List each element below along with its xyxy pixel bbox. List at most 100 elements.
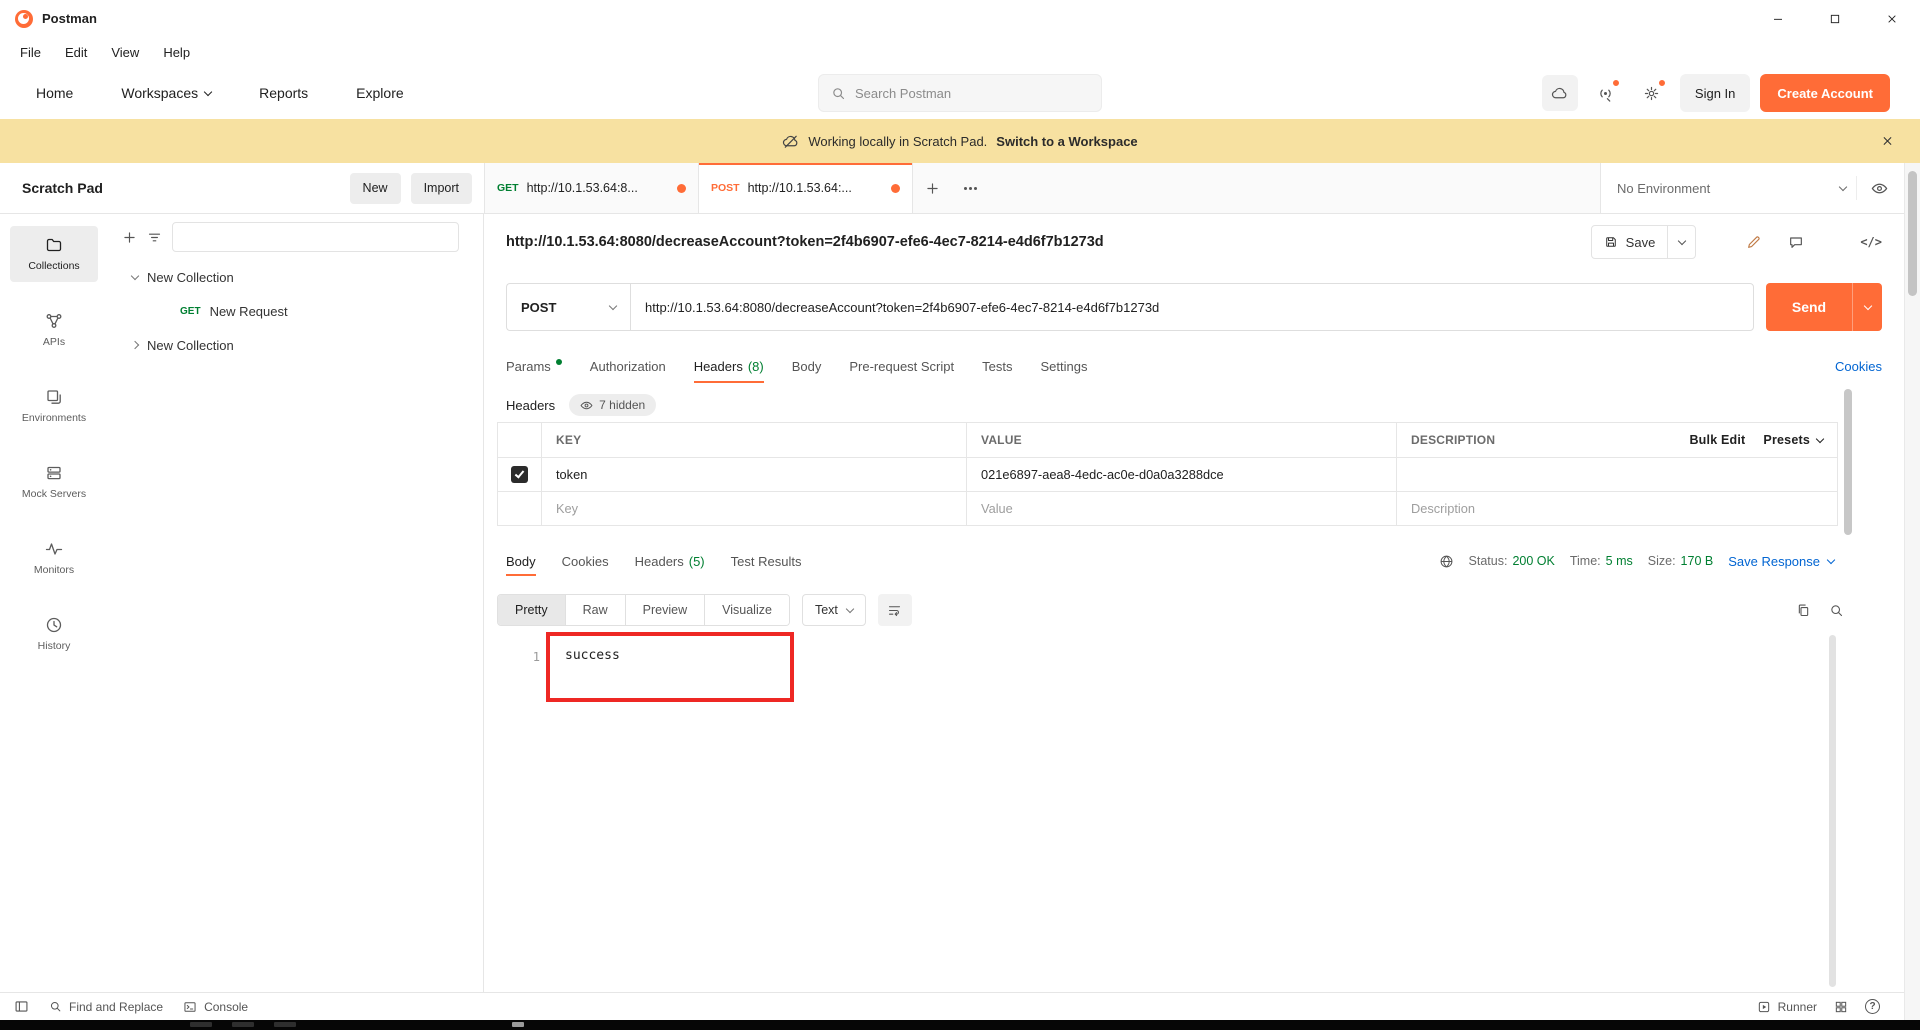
response-tab-cookies[interactable]: Cookies xyxy=(562,541,609,581)
sign-in-button[interactable]: Sign In xyxy=(1679,74,1751,112)
url-input[interactable] xyxy=(630,283,1754,331)
environment-selector[interactable]: No Environment xyxy=(1617,181,1830,196)
value-placeholder-cell[interactable]: Value xyxy=(966,492,1396,525)
method-dropdown[interactable]: POST xyxy=(506,283,630,331)
row-checkbox-checked[interactable] xyxy=(511,466,528,483)
tab-pre-request-script[interactable]: Pre-request Script xyxy=(849,345,954,388)
tree-item-collection-1[interactable]: New Collection xyxy=(108,260,483,294)
tab-settings[interactable]: Settings xyxy=(1040,345,1087,388)
menu-file[interactable]: File xyxy=(20,45,41,60)
response-format-dropdown[interactable]: Text xyxy=(801,594,866,626)
response-header: Body Cookies Headers (5) Test Results St… xyxy=(484,541,1904,581)
panel-scrollbar-thumb[interactable] xyxy=(1844,389,1852,535)
collections-search-input[interactable] xyxy=(172,222,459,252)
globe-icon[interactable] xyxy=(1439,554,1454,569)
banner-switch-workspace-link[interactable]: Switch to a Workspace xyxy=(996,134,1137,149)
edit-button[interactable] xyxy=(1746,234,1762,250)
tab-tests[interactable]: Tests xyxy=(982,345,1012,388)
trash-button[interactable] xyxy=(1834,1000,1848,1014)
response-tab-body[interactable]: Body xyxy=(506,541,536,581)
chevron-down-icon[interactable] xyxy=(1838,182,1848,191)
search-input[interactable] xyxy=(855,85,1089,101)
menu-edit[interactable]: Edit xyxy=(65,45,87,60)
cookies-link[interactable]: Cookies xyxy=(1835,359,1882,374)
view-pretty[interactable]: Pretty xyxy=(498,595,565,625)
toggle-sidebar-button[interactable] xyxy=(14,999,29,1014)
find-and-replace-button[interactable]: Find and Replace xyxy=(49,1000,163,1014)
help-button[interactable]: ? xyxy=(1865,999,1880,1014)
sidebar-item-apis[interactable]: APIs xyxy=(10,302,98,358)
settings-button[interactable] xyxy=(1634,75,1670,111)
tab-get-request[interactable]: GET http://10.1.53.64:8... xyxy=(485,163,699,213)
create-account-button[interactable]: Create Account xyxy=(1760,74,1890,112)
cloud-icon xyxy=(1552,87,1567,98)
presets-dropdown[interactable]: Presets xyxy=(1763,433,1825,447)
header-key-cell[interactable]: token xyxy=(541,458,966,491)
chevron-right-icon xyxy=(130,340,140,350)
new-tab-button[interactable] xyxy=(913,163,951,213)
minimize-button[interactable] xyxy=(1749,0,1806,37)
sidebar-item-environments[interactable]: Environments xyxy=(10,378,98,434)
global-search[interactable] xyxy=(818,74,1102,112)
copy-response-button[interactable] xyxy=(1796,603,1811,618)
bulk-edit-button[interactable]: Bulk Edit xyxy=(1689,433,1745,447)
add-collection-button[interactable] xyxy=(122,230,137,245)
response-tab-test-results[interactable]: Test Results xyxy=(731,541,802,581)
tab-options-button[interactable] xyxy=(951,163,989,213)
menu-view[interactable]: View xyxy=(111,45,139,60)
window-scrollbar[interactable] xyxy=(1904,163,1920,1030)
sidebar-item-mock-servers[interactable]: Mock Servers xyxy=(10,454,98,510)
tab-authorization[interactable]: Authorization xyxy=(590,345,666,388)
search-response-button[interactable] xyxy=(1829,603,1844,618)
runner-button[interactable]: Runner xyxy=(1757,1000,1817,1014)
import-button[interactable]: Import xyxy=(410,172,472,204)
view-preview[interactable]: Preview xyxy=(624,595,705,625)
hidden-headers-toggle[interactable]: 7 hidden xyxy=(569,394,657,416)
environment-quick-look-button[interactable] xyxy=(1856,176,1888,200)
headers-section-title: Headers xyxy=(506,397,556,413)
close-button[interactable] xyxy=(1863,0,1920,37)
tab-post-request-active[interactable]: POST http://10.1.53.64:... xyxy=(699,163,913,213)
nav-reports[interactable]: Reports xyxy=(259,85,308,101)
view-raw[interactable]: Raw xyxy=(564,595,625,625)
console-button[interactable]: Console xyxy=(183,1000,248,1014)
grid-icon xyxy=(1835,1001,1847,1012)
new-button[interactable]: New xyxy=(349,172,401,204)
capture-requests-button[interactable] xyxy=(1588,75,1624,111)
response-scrollbar-thumb[interactable] xyxy=(1829,635,1836,987)
chevron-down-icon xyxy=(1815,434,1825,443)
comment-button[interactable] xyxy=(1788,234,1804,250)
sidebar-item-history[interactable]: History xyxy=(10,606,98,662)
menu-help[interactable]: Help xyxy=(163,45,190,60)
key-placeholder-cell[interactable]: Key xyxy=(541,492,966,525)
tab-url: http://10.1.53.64:... xyxy=(747,181,852,195)
response-tab-headers[interactable]: Headers (5) xyxy=(635,541,705,581)
save-response-dropdown[interactable]: Save Response xyxy=(1728,554,1836,569)
tab-body[interactable]: Body xyxy=(792,345,822,388)
view-visualize[interactable]: Visualize xyxy=(704,595,789,625)
sidebar-item-monitors[interactable]: Monitors xyxy=(10,530,98,586)
nav-home[interactable]: Home xyxy=(36,85,73,101)
tree-item-collection-2[interactable]: New Collection xyxy=(108,328,483,362)
maximize-button[interactable] xyxy=(1806,0,1863,37)
wrap-lines-button[interactable] xyxy=(877,594,912,626)
description-placeholder-cell[interactable]: Description xyxy=(1396,492,1837,525)
filter-button[interactable] xyxy=(147,230,162,245)
send-options-button[interactable] xyxy=(1852,283,1882,331)
tab-headers[interactable]: Headers (8) xyxy=(693,345,764,388)
save-button[interactable]: Save xyxy=(1592,226,1668,258)
save-options-button[interactable] xyxy=(1667,226,1695,258)
sync-cloud-button[interactable] xyxy=(1541,75,1578,111)
tree-item-request[interactable]: GET New Request xyxy=(108,294,483,328)
nav-workspaces[interactable]: Workspaces xyxy=(121,85,213,101)
nav-explore[interactable]: Explore xyxy=(356,85,403,101)
code-snippet-button[interactable]: </> xyxy=(1860,235,1882,249)
window-scrollbar-thumb[interactable] xyxy=(1908,171,1917,296)
sidebar-item-collections[interactable]: Collections xyxy=(10,226,98,282)
tab-params[interactable]: Params xyxy=(506,345,562,388)
send-button[interactable]: Send xyxy=(1766,283,1852,331)
header-description-cell[interactable] xyxy=(1396,458,1837,491)
environments-icon xyxy=(47,390,61,404)
banner-close-icon[interactable] xyxy=(1881,135,1894,148)
header-value-cell[interactable]: 021e6897-aea8-4edc-ac0e-d0a0a3288dce xyxy=(966,458,1396,491)
